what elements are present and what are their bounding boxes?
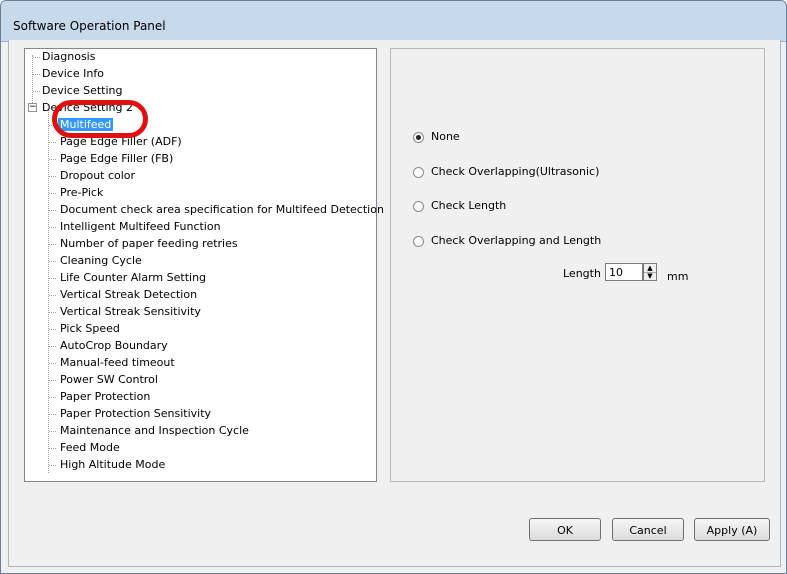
tree-item-page-edge-filler-fb[interactable]: Page Edge Filler (FB) bbox=[60, 151, 173, 167]
highlight-annotation bbox=[52, 100, 148, 138]
tree-item-intelligent-multifeed[interactable]: Intelligent Multifeed Function bbox=[60, 219, 221, 235]
length-spinner[interactable]: ▲ ▼ bbox=[643, 263, 657, 281]
radio-icon[interactable] bbox=[413, 235, 424, 247]
tree-item-paper-feeding-retries[interactable]: Number of paper feeding retries bbox=[60, 236, 238, 252]
tree-branch bbox=[33, 57, 40, 58]
radio-icon[interactable] bbox=[413, 166, 424, 178]
tree-item-pre-pick[interactable]: Pre-Pick bbox=[60, 185, 103, 201]
cancel-button[interactable]: Cancel bbox=[612, 518, 684, 541]
tree-branch bbox=[49, 329, 56, 330]
tree-branch bbox=[49, 414, 56, 415]
tree-branch bbox=[49, 465, 56, 466]
option-overlap-length-label: Check Overlapping and Length bbox=[431, 234, 602, 247]
tree-item-device-info[interactable]: Device Info bbox=[42, 66, 104, 82]
apply-button[interactable]: Apply (A) bbox=[694, 518, 770, 541]
tree-branch bbox=[49, 159, 56, 160]
tree-item-diagnosis[interactable]: Diagnosis bbox=[42, 49, 95, 65]
length-input[interactable]: 10 bbox=[605, 263, 643, 281]
tree-item-power-sw-control[interactable]: Power SW Control bbox=[60, 372, 158, 388]
option-none-label: None bbox=[431, 130, 460, 143]
tree-branch bbox=[49, 431, 56, 432]
tree-branch bbox=[33, 91, 40, 92]
window-title: Software Operation Panel bbox=[13, 19, 166, 33]
tree-branch bbox=[49, 176, 56, 177]
length-label: Length bbox=[563, 267, 601, 280]
tree-branch bbox=[49, 244, 56, 245]
tree-item-feed-mode[interactable]: Feed Mode bbox=[60, 440, 120, 456]
tree-item-maintenance-inspection-cycle[interactable]: Maintenance and Inspection Cycle bbox=[60, 423, 249, 439]
title-bar[interactable]: Software Operation Panel bbox=[1, 1, 786, 42]
radio-selected-icon[interactable] bbox=[413, 131, 424, 143]
length-unit: mm bbox=[667, 270, 689, 283]
tree-item-cleaning-cycle[interactable]: Cleaning Cycle bbox=[60, 253, 142, 269]
collapse-icon[interactable]: − bbox=[28, 103, 37, 112]
tree-branch bbox=[49, 448, 56, 449]
option-length-label: Check Length bbox=[431, 199, 507, 212]
tree-item-device-setting[interactable]: Device Setting bbox=[42, 83, 123, 99]
tree-item-vertical-streak-sensitivity[interactable]: Vertical Streak Sensitivity bbox=[60, 304, 201, 320]
tree-branch bbox=[49, 397, 56, 398]
tree-item-autocrop-boundary[interactable]: AutoCrop Boundary bbox=[60, 338, 168, 354]
ok-button[interactable]: OK bbox=[529, 518, 601, 541]
tree-branch bbox=[49, 363, 56, 364]
tree-item-pick-speed[interactable]: Pick Speed bbox=[60, 321, 120, 337]
option-check-overlapping-and-length[interactable]: Check Overlapping and Length bbox=[413, 233, 601, 249]
tree-item-manual-feed-timeout[interactable]: Manual-feed timeout bbox=[60, 355, 175, 371]
tree-branch bbox=[49, 380, 56, 381]
tree-child-line bbox=[48, 109, 49, 473]
tree-branch bbox=[49, 295, 56, 296]
spin-down-icon[interactable]: ▼ bbox=[644, 272, 656, 280]
tree-branch bbox=[49, 346, 56, 347]
tree-branch bbox=[49, 210, 56, 211]
tree-branch bbox=[33, 74, 40, 75]
tree-branch bbox=[49, 312, 56, 313]
option-none[interactable]: None bbox=[413, 129, 460, 145]
option-ultrasonic-label: Check Overlapping(Ultrasonic) bbox=[431, 165, 600, 178]
tree-branch bbox=[49, 227, 56, 228]
tree-item-life-counter-alarm[interactable]: Life Counter Alarm Setting bbox=[60, 270, 206, 286]
tree-item-document-check-area[interactable]: Document check area specification for Mu… bbox=[60, 202, 384, 218]
tree-branch bbox=[49, 278, 56, 279]
tree-branch bbox=[49, 142, 56, 143]
tree-root-line bbox=[32, 55, 33, 107]
tree-item-high-altitude-mode[interactable]: High Altitude Mode bbox=[60, 457, 165, 473]
multifeed-settings-panel: None Check Overlapping(Ultrasonic) Check… bbox=[390, 48, 765, 482]
option-check-length[interactable]: Check Length bbox=[413, 198, 506, 214]
radio-icon[interactable] bbox=[413, 200, 424, 212]
tree-branch bbox=[49, 261, 56, 262]
tree-branch bbox=[49, 193, 56, 194]
tree-item-dropout-color[interactable]: Dropout color bbox=[60, 168, 135, 184]
option-check-overlapping-ultrasonic[interactable]: Check Overlapping(Ultrasonic) bbox=[413, 164, 599, 180]
tree-item-vertical-streak-detection[interactable]: Vertical Streak Detection bbox=[60, 287, 197, 303]
tree-item-paper-protection[interactable]: Paper Protection bbox=[60, 389, 150, 405]
tree-item-paper-protection-sensitivity[interactable]: Paper Protection Sensitivity bbox=[60, 406, 211, 422]
